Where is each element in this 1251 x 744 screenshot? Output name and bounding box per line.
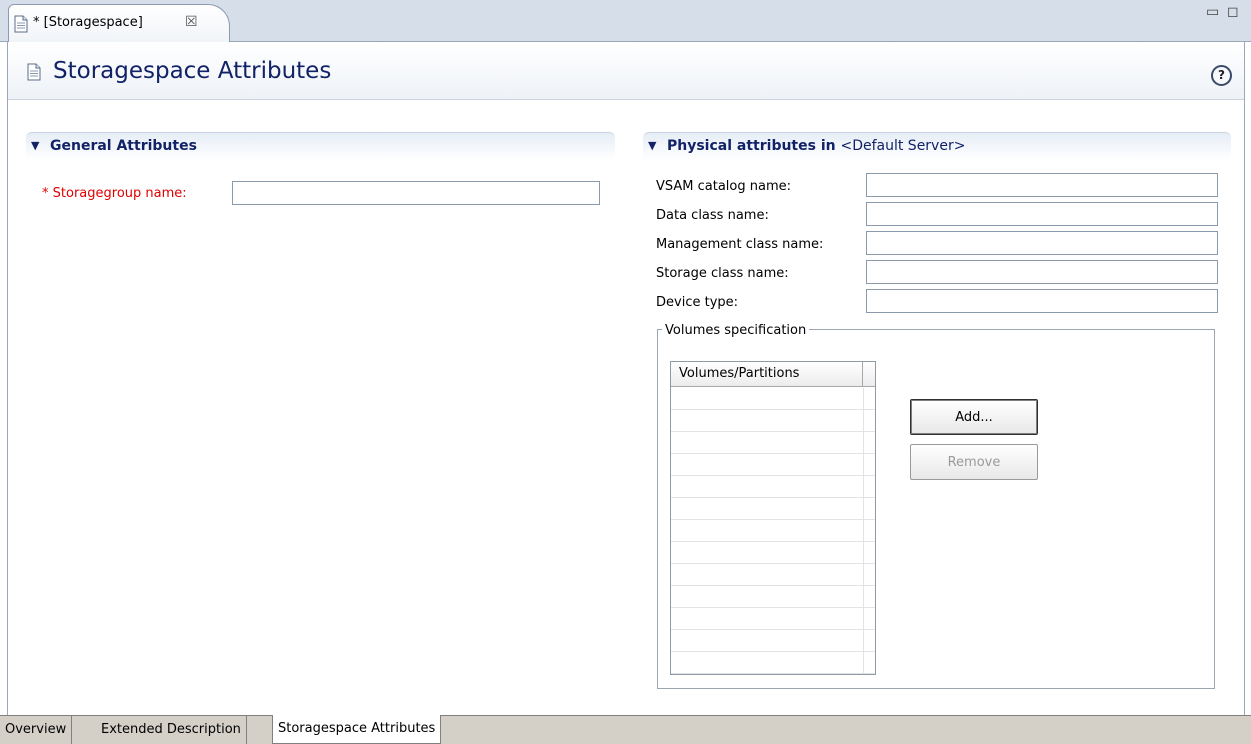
device-type-field[interactable] <box>866 289 1218 313</box>
remove-button[interactable]: Remove <box>910 444 1038 480</box>
page-title: Storagespace Attributes <box>53 58 332 84</box>
table-row[interactable] <box>671 410 875 432</box>
editor-tab-storagespace[interactable]: * [Storagespace] ☒ <box>8 4 230 42</box>
close-icon[interactable]: ☒ <box>185 14 198 30</box>
physical-attributes-section-header[interactable]: ▼ Physical attributes in <Default Server… <box>643 132 1231 160</box>
tab-extended-description[interactable]: Extended Description <box>96 716 247 744</box>
storagegroup-name-label-text: Storagegroup name: <box>52 186 187 201</box>
table-row[interactable] <box>671 432 875 454</box>
tab-storagespace-attributes[interactable]: Storagespace Attributes <box>272 715 442 744</box>
table-header: Volumes/Partitions <box>671 362 875 387</box>
storagegroup-name-label: * Storagegroup name: <box>42 186 187 201</box>
vsam-catalog-name-field[interactable] <box>866 173 1218 197</box>
device-type-label: Device type: <box>656 295 739 310</box>
table-row[interactable] <box>671 388 875 410</box>
general-attributes-section-header[interactable]: ▼ General Attributes <box>26 132 615 160</box>
table-row[interactable] <box>671 542 875 564</box>
expand-triangle-icon[interactable]: ▼ <box>31 139 39 152</box>
expand-triangle-icon[interactable]: ▼ <box>648 139 656 152</box>
vsam-catalog-name-label: VSAM catalog name: <box>656 179 792 194</box>
section-title: Physical attributes in <Default Server> <box>667 138 965 154</box>
table-row[interactable] <box>671 652 875 674</box>
data-class-name-label: Data class name: <box>656 208 769 223</box>
management-class-name-field[interactable] <box>866 231 1218 255</box>
volumes-specification-title: Volumes specification <box>662 323 810 338</box>
table-row[interactable] <box>671 520 875 542</box>
table-row[interactable] <box>671 476 875 498</box>
section-title: General Attributes <box>50 138 197 154</box>
table-row[interactable] <box>671 454 875 476</box>
section-title-bold: Physical attributes in <box>667 138 836 154</box>
add-button[interactable]: Add... <box>910 399 1038 435</box>
minimize-icon[interactable]: ▭ <box>1206 4 1219 20</box>
editor-tab-strip: * [Storagespace] ☒ ▭ ◻ <box>0 0 1251 42</box>
tab-overview[interactable]: Overview <box>0 716 73 744</box>
storagegroup-name-field[interactable] <box>232 181 600 205</box>
column-header-volumes-partitions[interactable]: Volumes/Partitions <box>671 362 863 387</box>
document-icon <box>27 63 41 81</box>
form-header: Storagespace Attributes ? <box>8 43 1244 100</box>
table-row[interactable] <box>671 608 875 630</box>
maximize-icon[interactable]: ◻ <box>1227 4 1239 20</box>
table-row[interactable] <box>671 630 875 652</box>
page-tab-bar: Overview Extended Description Storagespa… <box>0 715 1251 744</box>
storage-class-name-field[interactable] <box>866 260 1218 284</box>
required-marker: * <box>42 186 49 201</box>
table-row[interactable] <box>671 586 875 608</box>
editor-frame-left <box>7 42 8 715</box>
server-name: <Default Server> <box>840 138 966 154</box>
table-row[interactable] <box>671 498 875 520</box>
storage-class-name-label: Storage class name: <box>656 266 789 281</box>
data-class-name-field[interactable] <box>866 202 1218 226</box>
management-class-name-label: Management class name: <box>656 237 824 252</box>
help-icon[interactable]: ? <box>1211 65 1232 86</box>
table-row[interactable] <box>671 564 875 586</box>
volumes-table[interactable]: Volumes/Partitions <box>670 361 876 675</box>
editor-tab-title: * [Storagespace] <box>33 15 143 30</box>
document-icon <box>14 15 28 33</box>
editor-frame-right <box>1244 42 1245 715</box>
